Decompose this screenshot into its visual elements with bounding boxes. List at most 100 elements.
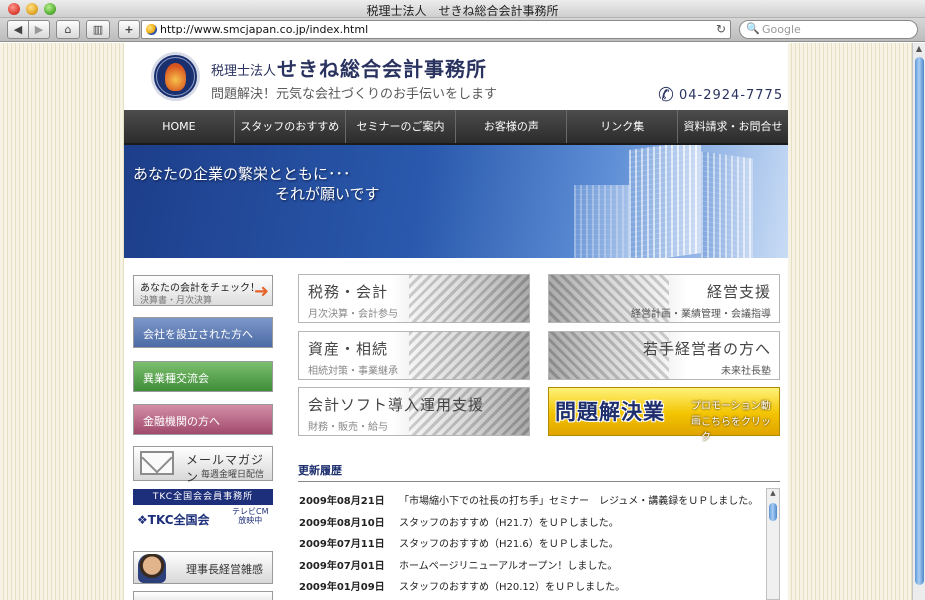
hero-line-2: それが願いです	[275, 185, 380, 203]
news-item[interactable]: 2009年01月09日 スタッフのおすすめ（H20.12）をＵＰしました。	[298, 574, 764, 596]
news-date: 2009年08月21日	[299, 496, 385, 507]
phone-number: 04-2924-7775	[679, 88, 784, 103]
panel-title: 資産・相続	[308, 340, 389, 358]
forward-button[interactable]: ▶	[28, 20, 50, 39]
news-date: 2009年01月09日	[299, 582, 385, 594]
brand-prefix: 税理士法人	[211, 64, 277, 79]
news-date: 2009年08月10日	[299, 517, 385, 529]
panel-subtitle: 経営計画・業績管理・会議指導	[631, 309, 771, 320]
chairman-essay-label: 理事長経営雑感	[186, 563, 263, 576]
hero-line-1: あなたの企業の繁栄とともに･･･	[133, 165, 351, 183]
news-text[interactable]: スタッフのおすすめ（H21.6）をＵＰしました。	[399, 535, 619, 550]
panel-title: 経営支援	[706, 283, 771, 301]
window-titlebar: 税理士法人 せきね総合会計事務所	[0, 0, 925, 18]
phone-icon: ✆	[658, 84, 674, 106]
building-image	[574, 185, 629, 258]
envelope-icon	[140, 451, 174, 475]
panel-tax-accounting[interactable]: 税務・会計 月次決算・会計参与	[298, 274, 530, 323]
panel-assets-inheritance[interactable]: 資産・相続 相続対策・事業継承	[298, 331, 530, 380]
news-scroll-thumb[interactable]	[769, 503, 777, 521]
tagline: 問題解決！元気な会社づくりのお手伝いをします	[211, 87, 498, 102]
site-favicon-icon	[146, 24, 157, 35]
promo-sub-2: こちらをクリック	[701, 417, 771, 443]
window-title: 税理士法人 せきね総合会計事務所	[366, 4, 559, 18]
tkc-banner[interactable]: ❖TKC全国会 テレビCM 放映中	[133, 506, 273, 532]
tkc-member-header: TKC全国会会員事務所	[133, 489, 273, 505]
news-scrollbar[interactable]: ▲	[766, 488, 780, 600]
tv-cm-line-1: テレビCM	[232, 507, 269, 516]
news-list: 2009年08月21日 「市場縮小下での社長の打ち手」セミナー レジュメ・講義録…	[298, 488, 764, 600]
panel-title: 会計ソフト導入運用支援	[308, 396, 485, 414]
news-date: 2009年07月11日	[299, 539, 385, 551]
mail-magazine-sub: 毎週金曜日配信	[201, 470, 265, 480]
panel-subtitle: 相続対策・事業継承	[308, 366, 398, 377]
main-nav: HOME スタッフのおすすめ セミナーのご案内 お客様の声 リンク集 資料請求・…	[124, 110, 788, 145]
news-text[interactable]: ホームページリニューアルオープン！しました。	[399, 557, 617, 572]
search-field[interactable]: 🔍 Google	[739, 20, 918, 39]
news-text[interactable]: スタッフのおすすめ（H21.7）をＵＰしました。	[399, 514, 619, 529]
scroll-up-icon[interactable]: ▲	[913, 43, 925, 55]
mail-magazine-button[interactable]: メールマガジン 毎週金曜日配信	[133, 446, 273, 484]
page-scroll-thumb[interactable]	[915, 57, 924, 585]
financial-institutions-button[interactable]: 金融機関の方へ	[133, 404, 273, 435]
promo-title: 問題解決業	[555, 400, 665, 424]
back-button[interactable]: ◀	[7, 20, 29, 39]
arrow-right-icon: ➜	[253, 281, 269, 302]
search-icon: 🔍	[746, 22, 760, 35]
search-placeholder: Google	[762, 23, 801, 36]
reload-icon[interactable]: ↻	[716, 22, 726, 36]
accounting-check-button[interactable]: あなたの会計をチェック！ 決算書・月次決算 ➜	[133, 275, 273, 306]
building-image	[701, 151, 753, 258]
sidebar-item-next[interactable]	[133, 591, 273, 600]
address-text[interactable]: http://www.smcjapan.co.jp/index.html	[160, 23, 368, 36]
tv-cm-badge: テレビCM 放映中	[232, 507, 269, 525]
brand-name[interactable]: せきね総合会計事務所	[277, 53, 487, 82]
flame-icon	[165, 63, 186, 91]
bookmarks-button[interactable]: ▥	[86, 20, 110, 39]
scroll-up-icon[interactable]: ▲	[767, 489, 779, 500]
accounting-check-sub: 決算書・月次決算	[140, 296, 213, 306]
tkc-logo: ❖TKC全国会	[137, 513, 210, 527]
news-item[interactable]: 2009年08月21日 「市場縮小下での社長の打ち手」セミナー レジュメ・講義録…	[298, 488, 764, 510]
panel-title: 税務・会計	[308, 283, 389, 301]
panel-subtitle: 財務・販売・給与	[308, 422, 388, 433]
new-company-button[interactable]: 会社を設立された方へ	[133, 317, 273, 348]
nav-contact[interactable]: 資料請求・お問合せ	[678, 110, 788, 143]
hero-banner: あなたの企業の繁栄とともに･･･ それが願いです	[124, 145, 788, 258]
building-image	[629, 145, 701, 258]
add-bookmark-button[interactable]: +	[118, 20, 140, 39]
news-item[interactable]: 2009年07月11日 スタッフのおすすめ（H21.6）をＵＰしました。	[298, 531, 764, 553]
panel-accounting-software[interactable]: 会計ソフト導入運用支援 財務・販売・給与	[298, 387, 530, 436]
panel-young-managers[interactable]: 若手経営者の方へ 未来社長塾	[548, 331, 780, 380]
panel-photo	[409, 275, 529, 322]
firm-logo[interactable]	[151, 52, 200, 101]
chairman-avatar	[138, 554, 166, 583]
news-text[interactable]: スタッフのおすすめ（H20.12）をＵＰしました。	[399, 578, 625, 593]
panel-subtitle: 月次決算・会計参与	[308, 309, 398, 320]
chairman-essay-button[interactable]: 理事長経営雑感	[133, 551, 273, 584]
home-button[interactable]: ⌂	[56, 20, 80, 39]
news-text[interactable]: 「市場縮小下での社長の打ち手」セミナー レジュメ・講義録をＵＰしました。	[399, 492, 758, 507]
panel-subtitle: 未来社長塾	[721, 366, 771, 377]
page-container: 税理士法人 せきね総合会計事務所 問題解決！元気な会社づくりのお手伝いをします …	[124, 43, 788, 600]
panel-management-support[interactable]: 経営支援 経営計画・業績管理・会議指導	[548, 274, 780, 323]
nav-customer-voice[interactable]: お客様の声	[456, 110, 568, 143]
promo-video-banner[interactable]: 問題解決業 プロモーション動画 こちらをクリック	[548, 387, 780, 443]
nav-home[interactable]: HOME	[124, 110, 235, 143]
page-scrollbar[interactable]: ▲	[912, 43, 925, 600]
panel-photo	[409, 332, 529, 379]
news-item[interactable]: 2009年07月01日 ホームページリニューアルオープン！しました。	[298, 553, 764, 575]
cross-industry-exchange-button[interactable]: 異業種交流会	[133, 361, 273, 392]
accounting-check-title: あなたの会計をチェック！	[140, 283, 260, 294]
news-heading: 更新履歴	[298, 464, 342, 477]
news-date: 2009年07月01日	[299, 560, 385, 572]
news-item[interactable]: 2009年08月10日 スタッフのおすすめ（H21.7）をＵＰしました。	[298, 510, 764, 532]
news-divider	[298, 481, 780, 482]
address-bar[interactable]: http://www.smcjapan.co.jp/index.html ↻	[141, 20, 731, 39]
page-viewport: 税理士法人 せきね総合会計事務所 問題解決！元気な会社づくりのお手伝いをします …	[0, 43, 912, 600]
tv-cm-line-2: 放映中	[238, 516, 263, 525]
browser-toolbar: ◀ ▶ ⌂ ▥ + http://www.smcjapan.co.jp/inde…	[0, 18, 925, 42]
nav-seminar[interactable]: セミナーのご案内	[346, 110, 457, 143]
nav-links[interactable]: リンク集	[567, 110, 679, 143]
nav-staff-recommend[interactable]: スタッフのおすすめ	[235, 110, 346, 143]
